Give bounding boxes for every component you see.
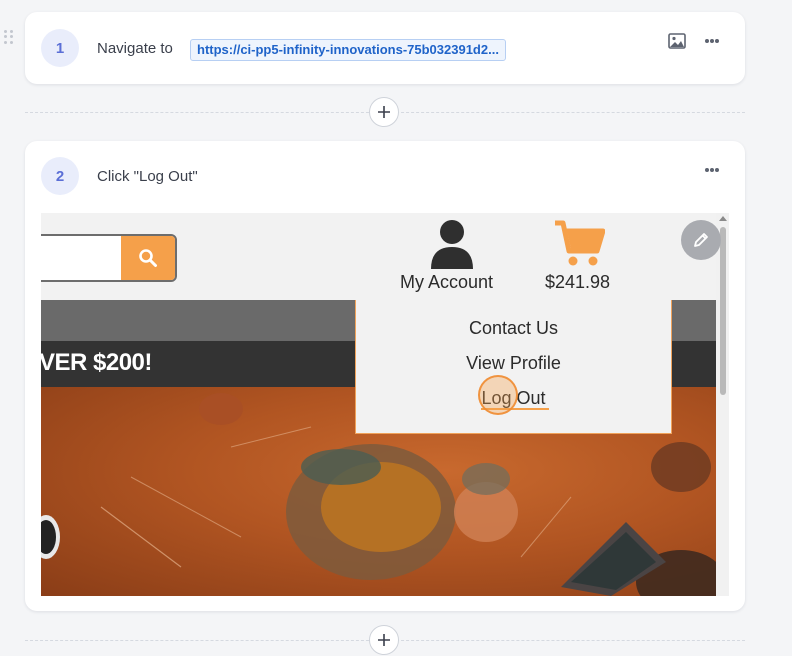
edit-screenshot-button[interactable]	[681, 220, 721, 260]
more-options-icon[interactable]	[705, 36, 719, 46]
plus-icon	[378, 106, 390, 118]
more-options-icon[interactable]	[705, 165, 719, 175]
cart-icon	[555, 220, 605, 266]
image-icon[interactable]	[668, 33, 686, 49]
step-number-badge: 2	[41, 157, 79, 195]
step-card-2: 2 Click "Log Out" My Account $241.98 VER…	[25, 141, 745, 611]
account-dropdown-menu: Contact Us View Profile Log Out	[355, 300, 672, 434]
plus-icon	[378, 634, 390, 646]
step-action-text: Click "Log Out"	[97, 168, 198, 185]
cart-total: $241.98	[545, 272, 611, 292]
my-account-label: My Account	[400, 272, 494, 292]
dropdown-item-view-profile: View Profile	[466, 353, 561, 373]
url-link[interactable]: https://ci-pp5-infinity-innovations-75b0…	[190, 39, 506, 61]
add-step-divider	[25, 625, 745, 655]
step-action-text: Navigate to	[97, 40, 173, 57]
promo-text: VER $200!	[41, 349, 152, 376]
add-step-button[interactable]	[369, 625, 399, 655]
site-search-input	[41, 234, 177, 282]
step-number-badge: 1	[41, 29, 79, 67]
dropdown-item-contact-us: Contact Us	[468, 318, 559, 338]
search-icon	[139, 249, 157, 267]
click-indicator	[478, 375, 518, 415]
step-card-1: 1 Navigate to https://ci-pp5-infinity-in…	[25, 12, 745, 84]
add-step-divider	[25, 97, 745, 127]
add-step-button[interactable]	[369, 97, 399, 127]
drag-handle-icon[interactable]	[4, 30, 14, 44]
screenshot-scrollbar-thumb	[720, 227, 726, 395]
scroll-up-arrow-icon	[719, 216, 727, 221]
user-icon	[431, 220, 473, 269]
pencil-icon	[694, 233, 708, 247]
step-screenshot: My Account $241.98 VER $200! Contact Us …	[41, 213, 729, 596]
site-search-button	[121, 236, 175, 280]
